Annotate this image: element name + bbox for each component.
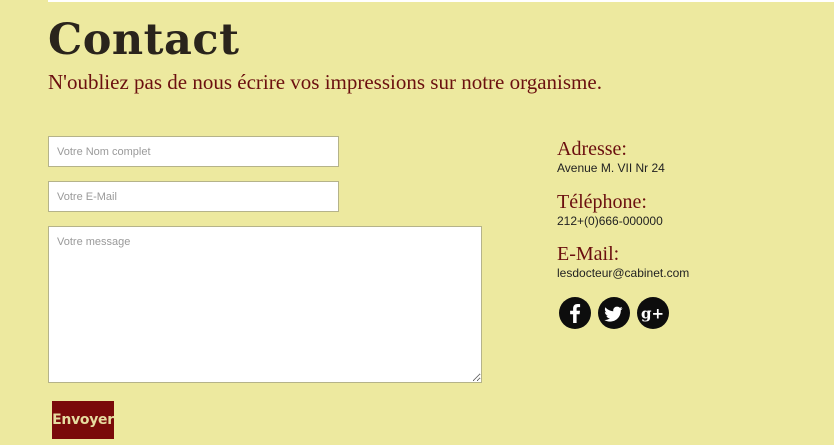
email-field[interactable] xyxy=(48,181,339,212)
facebook-icon[interactable] xyxy=(559,297,591,329)
top-divider xyxy=(48,0,834,2)
address-value: Avenue M. VII Nr 24 xyxy=(557,161,665,175)
google-plus-icon[interactable]: g+ xyxy=(637,297,669,329)
name-field[interactable] xyxy=(48,136,339,167)
phone-value: 212+(0)666-000000 xyxy=(557,214,663,228)
email-value: lesdocteur@cabinet.com xyxy=(557,266,690,280)
phone-label: Téléphone: xyxy=(557,191,647,213)
email-label: E-Mail: xyxy=(557,243,620,265)
page-title: Contact xyxy=(48,15,240,65)
svg-text:g+: g+ xyxy=(641,305,664,323)
message-field[interactable] xyxy=(48,226,482,383)
twitter-icon[interactable] xyxy=(598,297,630,329)
address-label: Adresse: xyxy=(557,138,627,160)
page-subtitle: N'oubliez pas de nous écrire vos impress… xyxy=(48,70,602,94)
send-button[interactable]: Envoyer xyxy=(52,401,114,439)
